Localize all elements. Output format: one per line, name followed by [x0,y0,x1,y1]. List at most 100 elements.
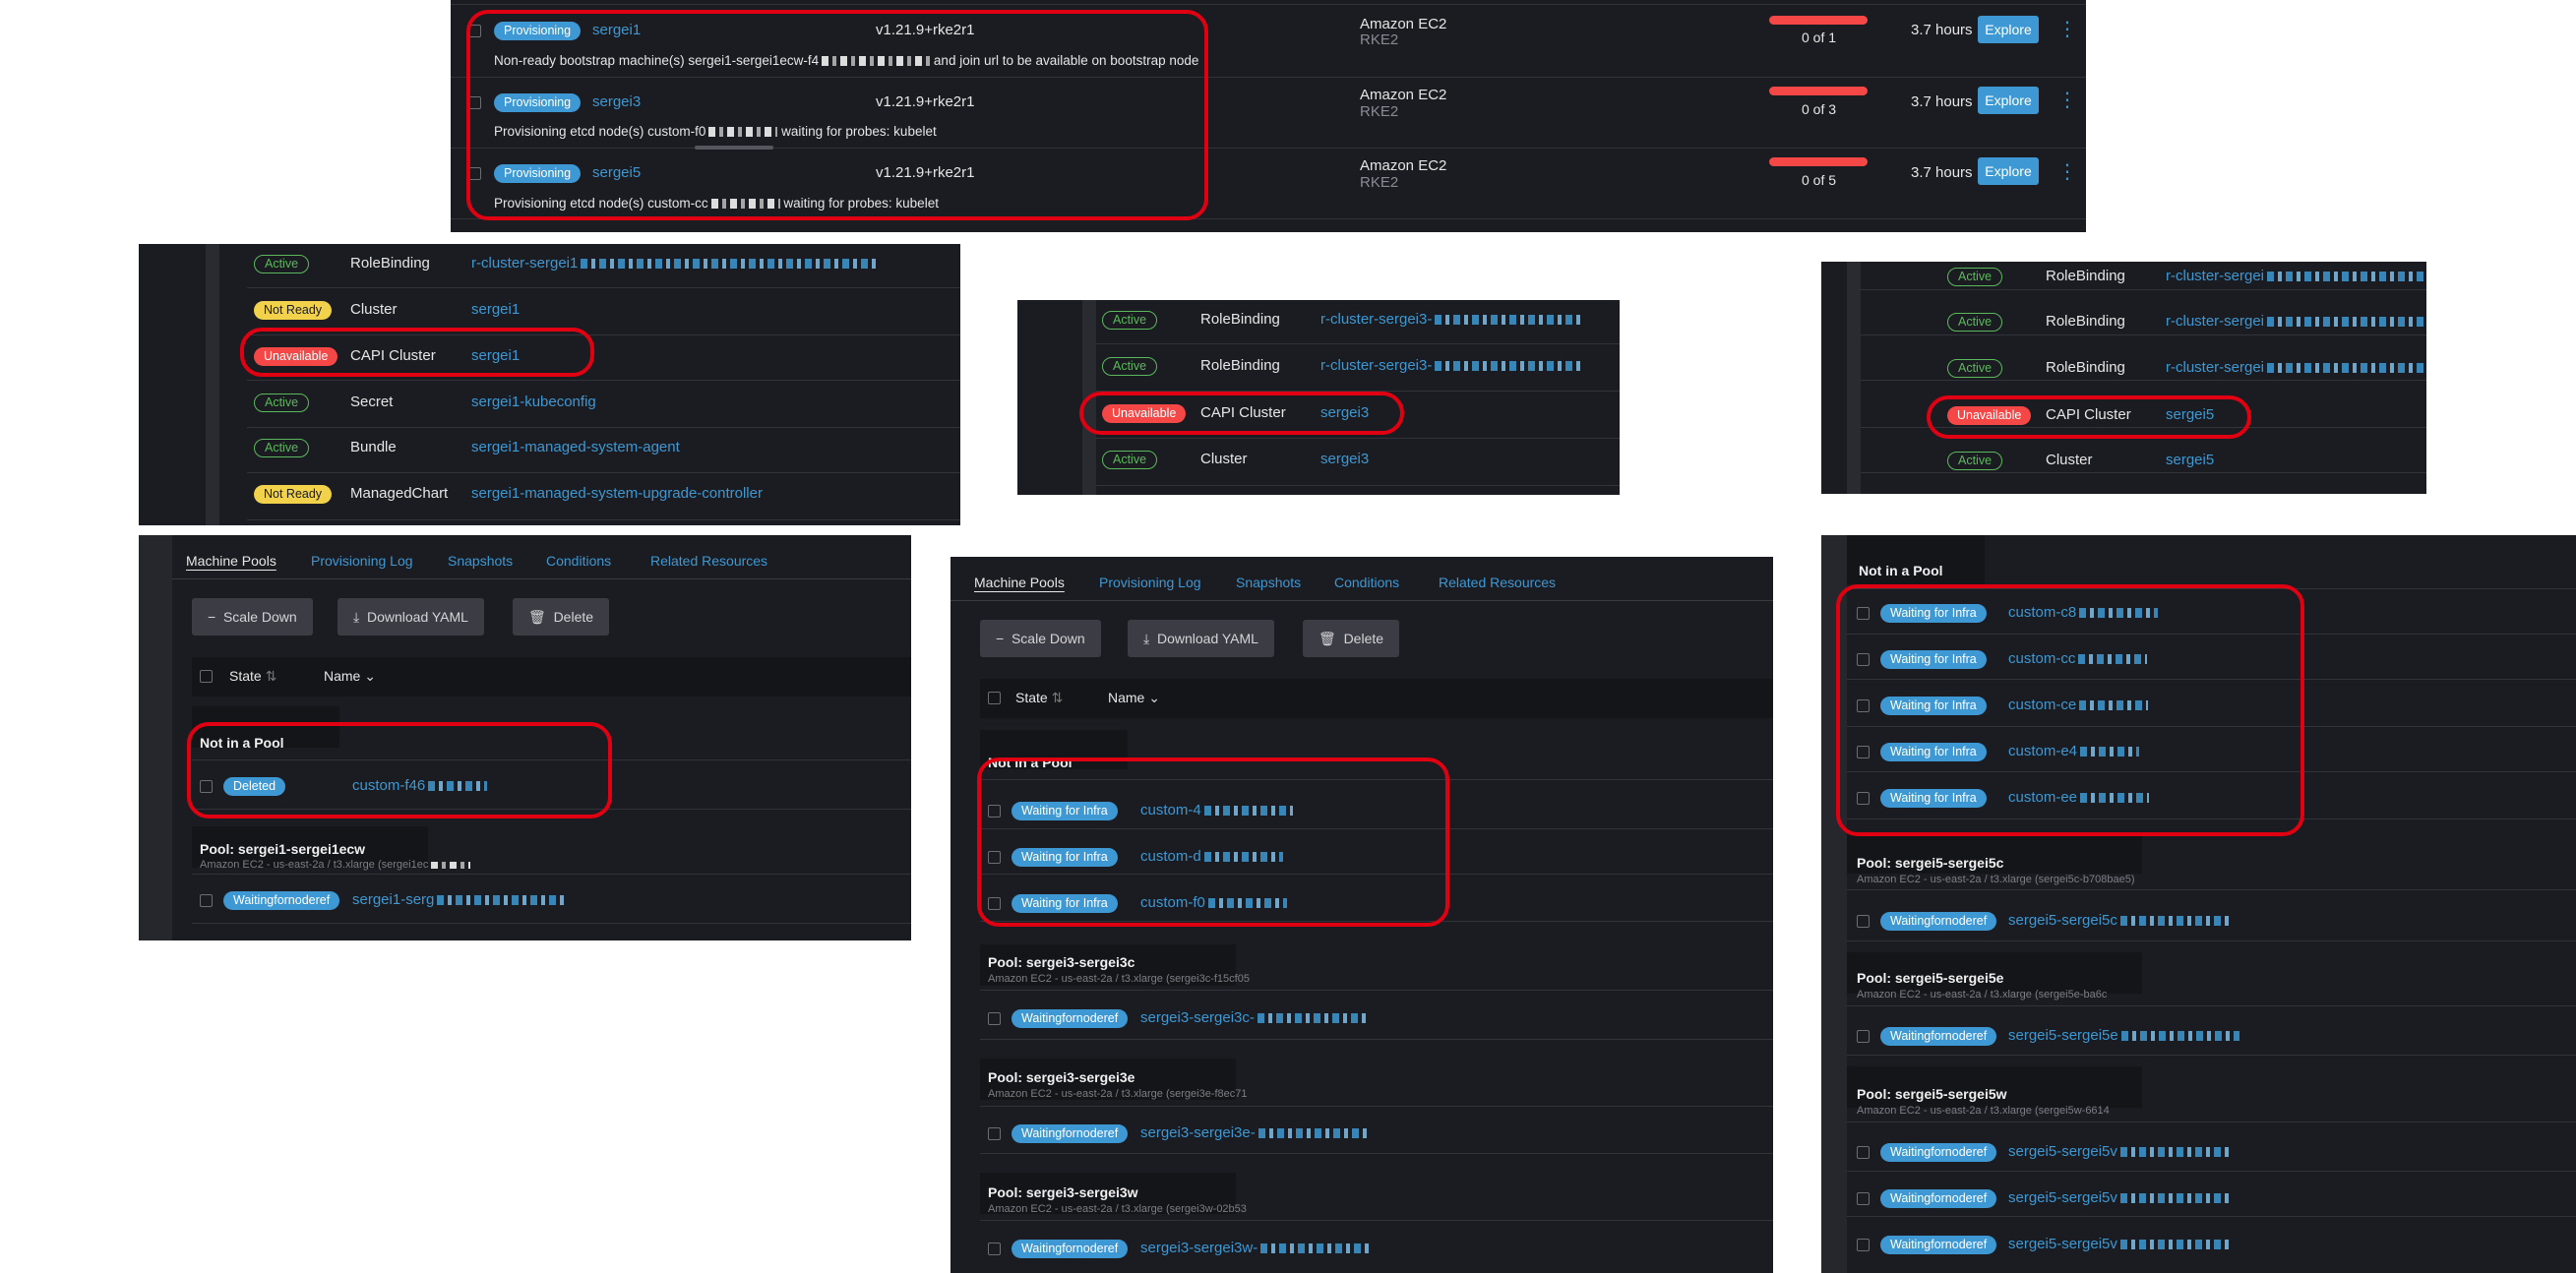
row-checkbox[interactable] [988,1127,1001,1140]
row-checkbox[interactable] [468,167,481,180]
machine-link[interactable]: sergei5-sergei5e [2008,1027,2239,1044]
download-yaml-button[interactable]: ⤓ Download YAML [337,598,484,636]
column-state[interactable]: State ⇅ [229,668,276,685]
tab-machine-pools[interactable]: Machine Pools [186,553,276,569]
tab-snapshots[interactable]: Snapshots [448,553,513,569]
group-not-in-pool: Not in a Pool [988,755,1073,770]
row-checkbox[interactable] [200,780,213,793]
download-yaml-button[interactable]: ⤓ Download YAML [1128,620,1274,657]
row-checkbox[interactable] [988,1243,1001,1255]
machine-link[interactable]: sergei3-sergei3e- [1140,1124,1367,1141]
status-badge: Waiting for Infra [1012,894,1118,913]
status-badge: Waitingfornoderef [1880,1027,1997,1046]
machine-link[interactable]: custom-4 [1140,802,1293,818]
select-all-checkbox[interactable] [988,692,1001,704]
row-checkbox[interactable] [1857,1030,1870,1043]
column-name[interactable]: Name ⌄ [324,668,376,685]
row-checkbox[interactable] [988,897,1001,910]
machine-link[interactable]: sergei3-sergei3w- [1140,1240,1370,1256]
row-checkbox[interactable] [1857,607,1870,620]
status-badge: Unavailable [254,347,338,366]
machine-link[interactable]: sergei3-sergei3c- [1140,1009,1366,1026]
machine-link[interactable]: custom-e4 [2008,743,2140,759]
machine-link[interactable]: sergei5-sergei5v [2008,1236,2229,1252]
resource-link[interactable]: r-cluster-sergei1 [471,255,877,272]
row-checkbox[interactable] [988,805,1001,818]
resource-link[interactable]: sergei5 [2166,452,2214,468]
machine-link[interactable]: sergei1-serg [352,891,566,908]
machine-link[interactable]: custom-ee [2008,789,2150,806]
tab-snapshots[interactable]: Snapshots [1236,575,1301,590]
explore-button[interactable]: Explore [1978,16,2039,43]
row-checkbox[interactable] [1857,1146,1870,1159]
column-state[interactable]: State ⇅ [1015,690,1063,706]
machine-link[interactable]: sergei5-sergei5v [2008,1143,2229,1160]
row-checkbox[interactable] [1857,792,1870,805]
tab-machine-pools[interactable]: Machine Pools [974,575,1065,590]
machine-link[interactable]: custom-c8 [2008,604,2159,621]
scrollbar-thumb[interactable] [695,146,773,150]
scale-down-button[interactable]: − Scale Down [980,620,1101,657]
kebab-menu-icon[interactable]: ⋮ [2057,91,2077,110]
resource-type: CAPI Cluster [350,347,436,364]
cluster-name-link[interactable]: sergei1 [592,22,641,38]
tab-related-resources[interactable]: Related Resources [650,553,767,569]
resource-link[interactable]: sergei1-kubeconfig [471,394,596,410]
tab-related-resources[interactable]: Related Resources [1439,575,1556,590]
resource-link[interactable]: sergei3 [1320,451,1369,467]
row-checkbox[interactable] [988,1012,1001,1025]
machine-link[interactable]: sergei5-sergei5v [2008,1189,2229,1206]
machine-link[interactable]: custom-ce [2008,697,2149,713]
resource-link[interactable]: sergei5 [2166,406,2214,423]
row-checkbox[interactable] [1857,915,1870,928]
row-checkbox[interactable] [1857,653,1870,666]
tab-conditions[interactable]: Conditions [546,553,611,569]
row-checkbox[interactable] [468,25,481,37]
resource-link[interactable]: r-cluster-sergei [2166,313,2426,330]
machine-link[interactable]: custom-cc [2008,650,2148,667]
resource-link[interactable]: r-cluster-sergei3- [1320,357,1583,374]
row-checkbox[interactable] [1857,1192,1870,1205]
machine-pools-panel-a: Machine Pools Provisioning Log Snapshots… [139,535,911,940]
resource-link[interactable]: r-cluster-sergei3- [1320,311,1583,328]
row-checkbox[interactable] [1857,746,1870,758]
resource-link[interactable]: sergei1-managed-system-upgrade-controlle… [471,485,763,502]
cluster-name-link[interactable]: sergei5 [592,164,641,181]
tab-conditions[interactable]: Conditions [1334,575,1399,590]
row-checkbox[interactable] [1857,699,1870,712]
kebab-menu-icon[interactable]: ⋮ [2057,162,2077,182]
explore-button[interactable]: Explore [1978,157,2039,185]
download-icon: ⤓ [1143,631,1150,646]
status-badge: Active [1947,452,2003,470]
row-checkbox[interactable] [988,851,1001,864]
pool-title: Pool: sergei3-sergei3e [988,1069,1135,1085]
row-checkbox[interactable] [200,894,213,907]
delete-button[interactable]: 🗑 Delete [513,598,610,636]
resource-link[interactable]: sergei1 [471,301,520,318]
cluster-name-link[interactable]: sergei3 [592,93,641,110]
resource-link[interactable]: r-cluster-sergei [2166,268,2426,284]
row-checkbox[interactable] [468,96,481,109]
select-all-checkbox[interactable] [200,670,213,683]
kebab-menu-icon[interactable]: ⋮ [2057,20,2077,39]
sort-icon: ⌄ [364,668,376,684]
delete-button[interactable]: 🗑 Delete [1303,620,1400,657]
tab-provisioning-log[interactable]: Provisioning Log [1099,575,1201,590]
tab-provisioning-log[interactable]: Provisioning Log [311,553,413,569]
status-badge: Active [1947,313,2003,332]
machine-link[interactable]: custom-f0 [1140,894,1287,911]
scale-down-button[interactable]: − Scale Down [192,598,313,636]
resource-link[interactable]: sergei3 [1320,404,1369,421]
row-checkbox[interactable] [1857,1239,1870,1251]
machine-link[interactable]: sergei5-sergei5c [2008,912,2229,929]
resource-link[interactable]: sergei1-managed-system-agent [471,439,680,455]
resource-type: RoleBinding [1200,311,1280,328]
cluster-message: Non-ready bootstrap machine(s) sergei1-s… [494,53,1199,68]
column-name[interactable]: Name ⌄ [1108,690,1160,706]
machine-link[interactable]: custom-f46 [352,777,488,794]
machine-link[interactable]: custom-d [1140,848,1283,865]
cluster-message: Provisioning etcd node(s) custom-cc wait… [494,196,939,211]
resource-link[interactable]: sergei1 [471,347,520,364]
resource-link[interactable]: r-cluster-sergei [2166,359,2426,376]
explore-button[interactable]: Explore [1978,87,2039,114]
